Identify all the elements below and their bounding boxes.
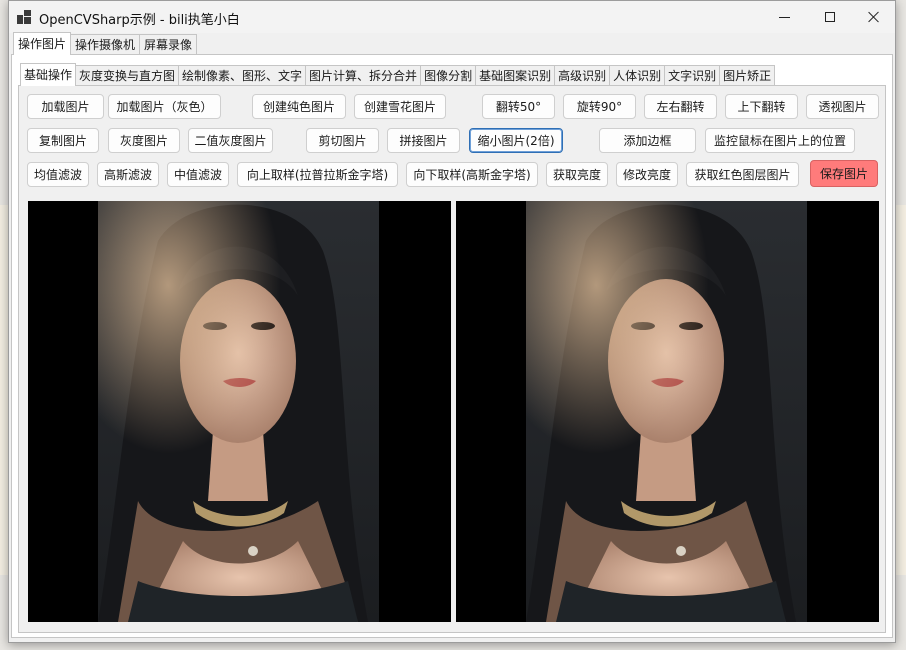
source-picture-box[interactable] bbox=[28, 201, 451, 622]
maximize-button[interactable] bbox=[807, 1, 853, 33]
get-brightness-button[interactable]: 获取亮度 bbox=[546, 162, 608, 187]
inner-tab-strip: 基础操作 灰度变换与直方图 绘制像素、图形、文字 图片计算、拆分合并 图像分割 … bbox=[20, 63, 776, 86]
minimize-icon bbox=[778, 16, 790, 18]
save-image-button[interactable]: 保存图片 bbox=[810, 160, 878, 187]
rotate-90-button[interactable]: 旋转90° bbox=[563, 94, 636, 119]
binary-gray-image-button[interactable]: 二值灰度图片 bbox=[188, 128, 273, 153]
flip-vertical-button[interactable]: 上下翻转 bbox=[725, 94, 798, 119]
portrait-image bbox=[98, 201, 379, 622]
close-button[interactable] bbox=[851, 1, 897, 33]
minimize-button[interactable] bbox=[761, 1, 807, 33]
tab-text-recognition[interactable]: 文字识别 bbox=[664, 65, 721, 86]
result-picture-box[interactable] bbox=[456, 201, 879, 622]
window-title: OpenCVSharp示例 - bili执笔小白 bbox=[39, 13, 240, 28]
tab-image-correction[interactable]: 图片矫正 bbox=[719, 65, 776, 86]
shrink-image-button[interactable]: 缩小图片(2倍) bbox=[469, 128, 563, 153]
median-filter-button[interactable]: 中值滤波 bbox=[167, 162, 229, 187]
red-channel-image-button[interactable]: 获取红色图层图片 bbox=[686, 162, 799, 187]
tab-advanced-recognition[interactable]: 高级识别 bbox=[554, 65, 611, 86]
gaussian-filter-button[interactable]: 高斯滤波 bbox=[97, 162, 159, 187]
tab-basic-pattern-recognition[interactable]: 基础图案识别 bbox=[475, 65, 556, 86]
maximize-icon bbox=[825, 12, 835, 22]
copy-image-button[interactable]: 复制图片 bbox=[27, 128, 99, 153]
pyramid-down-button[interactable]: 向下取样(高斯金字塔) bbox=[406, 162, 538, 187]
modify-brightness-button[interactable]: 修改亮度 bbox=[616, 162, 678, 187]
flip-horizontal-button[interactable]: 左右翻转 bbox=[644, 94, 717, 119]
load-image-button[interactable]: 加载图片 bbox=[27, 94, 104, 119]
monitor-mouse-position-button[interactable]: 监控鼠标在图片上的位置 bbox=[705, 128, 855, 153]
tab-basic-operations[interactable]: 基础操作 bbox=[20, 63, 77, 86]
portrait-image bbox=[526, 201, 807, 622]
pyramid-up-button[interactable]: 向上取样(拉普拉斯金字塔) bbox=[237, 162, 398, 187]
title-bar[interactable]: OpenCVSharp示例 - bili执笔小白 bbox=[9, 1, 895, 33]
app-window: OpenCVSharp示例 - bili执笔小白 操作图片 操作摄像机 屏幕录像… bbox=[8, 0, 896, 643]
add-border-button[interactable]: 添加边框 bbox=[599, 128, 696, 153]
create-solid-image-button[interactable]: 创建纯色图片 bbox=[252, 94, 346, 119]
app-icon bbox=[17, 10, 31, 24]
tab-screen-recording[interactable]: 屏幕录像 bbox=[139, 34, 198, 55]
gray-image-button[interactable]: 灰度图片 bbox=[108, 128, 180, 153]
close-icon bbox=[868, 11, 880, 23]
tab-draw-shapes-text[interactable]: 绘制像素、图形、文字 bbox=[178, 65, 307, 86]
tab-image-operations[interactable]: 操作图片 bbox=[13, 32, 72, 55]
crop-image-button[interactable]: 剪切图片 bbox=[306, 128, 379, 153]
tab-image-math-split-merge[interactable]: 图片计算、拆分合并 bbox=[305, 65, 422, 86]
perspective-image-button[interactable]: 透视图片 bbox=[806, 94, 879, 119]
stitch-image-button[interactable]: 拼接图片 bbox=[387, 128, 460, 153]
outer-tab-strip: 操作图片 操作摄像机 屏幕录像 bbox=[13, 32, 198, 55]
tab-camera-operations[interactable]: 操作摄像机 bbox=[70, 34, 141, 55]
create-snow-image-button[interactable]: 创建雪花图片 bbox=[354, 94, 446, 119]
tab-image-segmentation[interactable]: 图像分割 bbox=[420, 65, 477, 86]
rotate-50-button[interactable]: 翻转50° bbox=[482, 94, 555, 119]
load-image-gray-button[interactable]: 加载图片（灰色） bbox=[108, 94, 221, 119]
tab-human-recognition[interactable]: 人体识别 bbox=[609, 65, 666, 86]
tab-grayscale-histogram[interactable]: 灰度变换与直方图 bbox=[75, 65, 180, 86]
mean-filter-button[interactable]: 均值滤波 bbox=[27, 162, 89, 187]
